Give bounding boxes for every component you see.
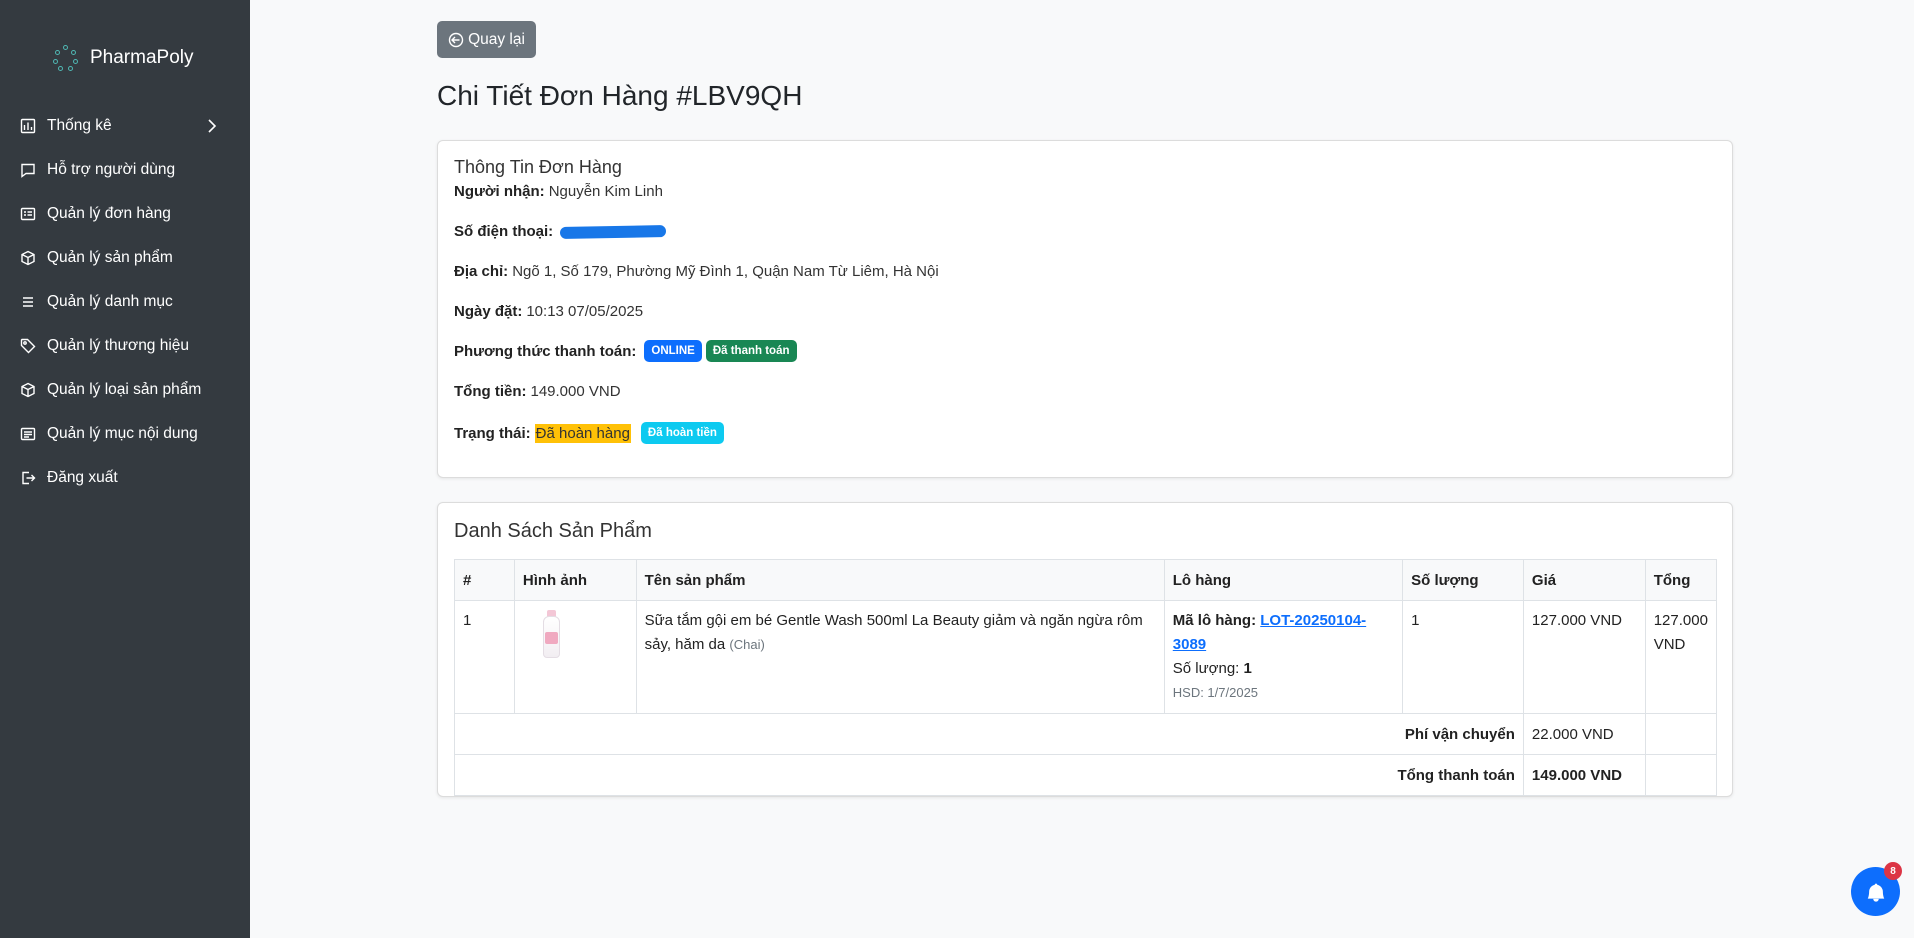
sidebar-item-thong-ke[interactable]: Thống kê — [0, 104, 250, 148]
empty-cell — [1644, 713, 1718, 755]
sidebar-item-label: Quản lý loại sản phẩm — [47, 381, 202, 398]
empty-cell — [1644, 754, 1718, 796]
back-button-label: Quay lại — [468, 30, 525, 48]
tag-icon — [19, 337, 37, 355]
product-image[interactable] — [534, 610, 568, 660]
grand-total-row: Tổng thanh toán 149.000 VND — [454, 754, 1718, 796]
back-button[interactable]: Quay lại — [437, 21, 536, 58]
recipient-label: Người nhận: — [454, 183, 545, 200]
brand-name: PharmaPoly — [90, 47, 194, 68]
column-header-price: Giá — [1522, 559, 1646, 601]
phone-redacted — [560, 224, 667, 239]
sidebar-item-ho-tro-nguoi-dung[interactable]: Hỗ trợ người dùng — [0, 148, 250, 192]
recipient-value: Nguyễn Kim Linh — [548, 183, 663, 200]
sidebar-item-quan-ly-san-pham[interactable]: Quản lý sản phẩm — [0, 236, 250, 280]
order-date-value: 10:13 07/05/2025 — [526, 303, 644, 320]
row-quantity: 1 — [1402, 600, 1524, 714]
row-lot-cell: Mã lô hàng: LOT-20250104-3089 Số lượng: … — [1163, 600, 1404, 714]
row-price: 127.000 VND — [1522, 600, 1646, 714]
order-date-label: Ngày đặt: — [454, 303, 523, 320]
sidebar-item-label: Quản lý sản phẩm — [47, 249, 173, 266]
notification-count-badge: 8 — [1884, 862, 1902, 880]
phone-label: Số điện thoại: — [454, 223, 554, 240]
payment-label: Phương thức thanh toán: — [454, 342, 637, 360]
box-icon — [19, 249, 37, 267]
address-label: Địa chỉ: — [454, 263, 509, 280]
shipping-value: 22.000 VND — [1522, 713, 1646, 755]
sidebar-item-quan-ly-muc-noi-dung[interactable]: Quản lý mục nội dung — [0, 412, 250, 456]
sidebar-item-label: Thống kê — [47, 117, 112, 134]
total-value: 149.000 VND — [530, 383, 621, 400]
payment-status-badge: Đã thanh toán — [705, 340, 797, 362]
row-index: 1 — [454, 600, 515, 714]
column-header-total: Tổng — [1644, 559, 1718, 601]
sidebar-item-quan-ly-thuong-hieu[interactable]: Quản lý thương hiệu — [0, 324, 250, 368]
products-title: Danh Sách Sản Phẩm — [454, 520, 652, 542]
bell-icon — [1867, 883, 1884, 902]
sidebar-item-quan-ly-danh-muc[interactable]: Quản lý danh mục — [0, 280, 250, 324]
chart-icon — [19, 117, 37, 135]
lot-qty-label: Số lượng: — [1172, 660, 1240, 677]
grand-total-label: Tổng thanh toán — [454, 754, 1524, 796]
row-product-name-cell: Sữa tắm gội em bé Gentle Wash 500ml La B… — [635, 600, 1165, 714]
shipping-row: Phí vận chuyển 22.000 VND — [454, 713, 1718, 755]
row-image-cell — [513, 600, 637, 714]
sidebar-item-label: Quản lý đơn hàng — [47, 205, 171, 222]
product-unit: (Chai) — [729, 637, 765, 652]
table-row: 1 Sữa tắm gội em bé Gentle Wash 500ml La… — [454, 600, 1718, 714]
brand-logo-icon — [52, 44, 80, 72]
order-info-title: Thông Tin Đơn Hàng — [454, 157, 622, 177]
sidebar-item-dang-xuat[interactable]: Đăng xuất — [0, 456, 250, 500]
sidebar-item-label: Hỗ trợ người dùng — [47, 161, 176, 178]
box-icon — [19, 381, 37, 399]
sidebar-item-quan-ly-don-hang[interactable]: Quản lý đơn hàng — [0, 192, 250, 236]
products-table: # Hình ảnh Tên sản phẩm Lô hàng Số lượng… — [454, 559, 1718, 796]
lot-qty-value: 1 — [1243, 660, 1252, 677]
brand[interactable]: PharmaPoly — [52, 44, 194, 72]
sidebar: PharmaPoly Thống kê Hỗ trợ người dùng Qu… — [0, 0, 250, 938]
grand-total-value: 149.000 VND — [1522, 754, 1646, 796]
product-name: Sữa tắm gội em bé Gentle Wash 500ml La B… — [644, 612, 1143, 653]
payment-row: Phương thức thanh toán: ONLINE Đã thanh … — [454, 340, 797, 362]
column-header-name: Tên sản phẩm — [635, 559, 1165, 601]
sidebar-item-label: Đăng xuất — [47, 469, 118, 486]
total-row: Tổng tiền: 149.000 VND — [454, 383, 621, 400]
phone-row: Số điện thoại: — [454, 223, 667, 240]
receipt-icon — [19, 205, 37, 223]
logout-icon — [19, 469, 37, 487]
refund-status-badge: Đã hoàn tiền — [640, 422, 724, 444]
chevron-right-icon — [206, 117, 218, 135]
sidebar-item-label: Quản lý danh mục — [47, 293, 173, 310]
list-icon — [19, 293, 37, 311]
address-row: Địa chỉ: Ngõ 1, Số 179, Phường Mỹ Đình 1… — [454, 263, 939, 280]
column-header-quantity: Số lượng — [1402, 559, 1524, 601]
lot-label: Mã lô hàng: — [1172, 612, 1257, 629]
card-text-icon — [19, 425, 37, 443]
payment-method-badge: ONLINE — [644, 340, 702, 362]
sidebar-item-label: Quản lý mục nội dung — [47, 425, 198, 442]
shipping-label: Phí vận chuyển — [454, 713, 1524, 755]
table-header-row: # Hình ảnh Tên sản phẩm Lô hàng Số lượng… — [454, 559, 1718, 601]
status-highlight: Đã hoàn hàng — [534, 423, 631, 443]
lot-expiry: HSD: 1/7/2025 — [1172, 685, 1259, 700]
status-row: Trạng thái: Đã hoàn hàng Đã hoàn tiền — [454, 422, 724, 444]
order-info-card: Thông Tin Đơn Hàng Người nhận: Nguyễn Ki… — [437, 140, 1733, 478]
column-header-index: # — [454, 559, 515, 601]
column-header-image: Hình ảnh — [513, 559, 637, 601]
products-card: Danh Sách Sản Phẩm # Hình ảnh Tên sản ph… — [437, 502, 1733, 797]
order-date-row: Ngày đặt: 10:13 07/05/2025 — [454, 303, 643, 320]
sidebar-item-label: Quản lý thương hiệu — [47, 337, 190, 354]
row-total: 127.000 VND — [1644, 600, 1718, 714]
sidebar-item-quan-ly-loai-san-pham[interactable]: Quản lý loại sản phẩm — [0, 368, 250, 412]
address-value: Ngõ 1, Số 179, Phường Mỹ Đình 1, Quận Na… — [512, 263, 939, 280]
recipient-row: Người nhận: Nguyễn Kim Linh — [454, 183, 663, 200]
total-label: Tổng tiền: — [454, 383, 527, 400]
column-header-lot: Lô hàng — [1163, 559, 1404, 601]
arrow-left-circle-icon — [448, 32, 464, 47]
status-label: Trạng thái: — [454, 424, 531, 442]
chat-icon — [19, 161, 37, 179]
page-title: Chi Tiết Đơn Hàng #LBV9QH — [437, 80, 803, 111]
sidebar-nav: Thống kê Hỗ trợ người dùng Quản lý đơn h… — [0, 104, 250, 500]
